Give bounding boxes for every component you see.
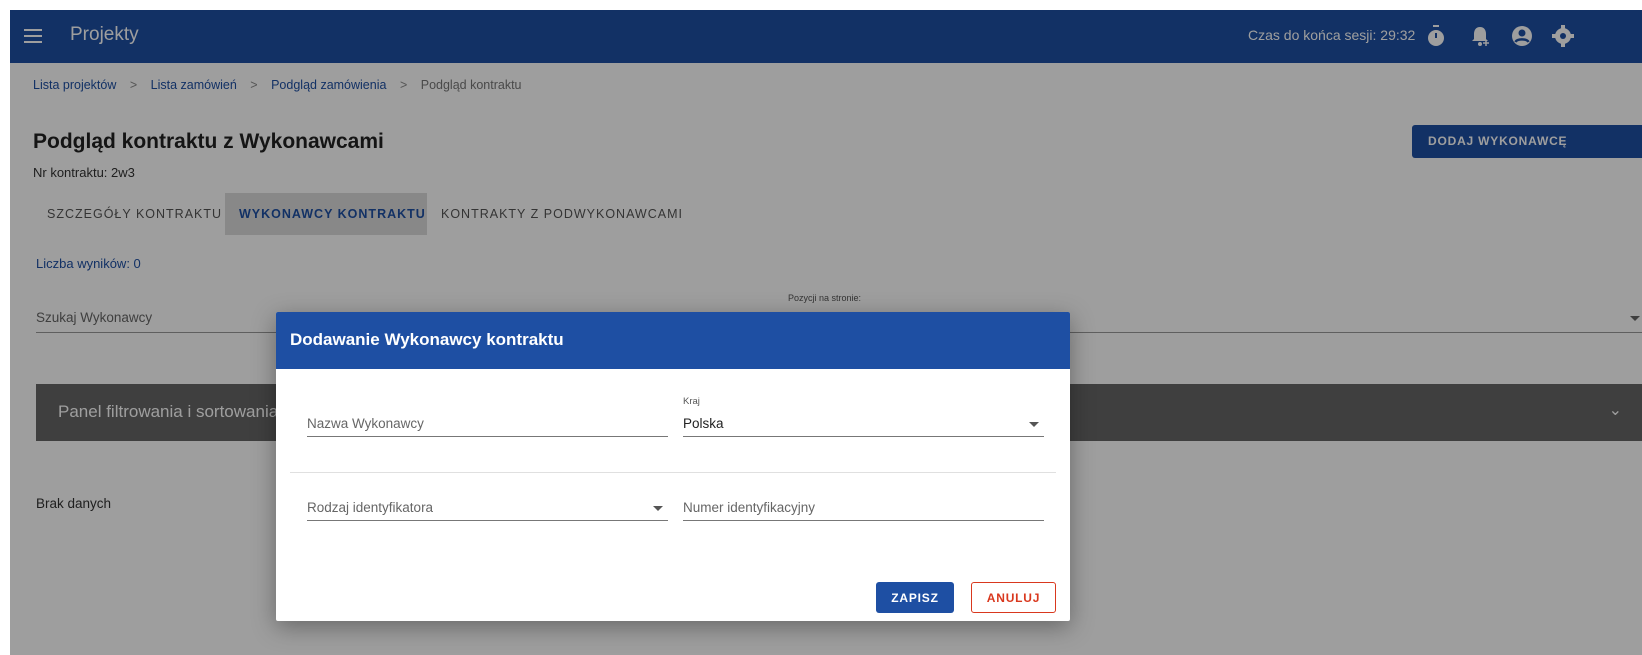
add-contractor-dialog: Dodawanie Wykonawcy kontraktu Nazwa Wyko… [276,312,1070,621]
window-frame-left [0,0,10,655]
save-button[interactable]: ZAPISZ [876,582,954,613]
contractor-name-placeholder: Nazwa Wykonawcy [307,416,424,431]
identification-number-field[interactable]: Numer identyfikacyjny [683,494,1044,521]
identifier-type-select[interactable]: Rodzaj identyfikatora [307,494,668,521]
cancel-button[interactable]: ANULUJ [971,582,1056,613]
country-value: Polska [683,416,724,431]
dropdown-arrow-icon [653,506,663,511]
dropdown-arrow-icon [1029,422,1039,427]
country-select[interactable]: Kraj Polska [683,396,1044,437]
identifier-type-placeholder: Rodzaj identyfikatora [307,500,434,515]
dialog-divider [290,472,1056,473]
contractor-name-field[interactable]: Nazwa Wykonawcy [307,410,668,437]
identification-number-placeholder: Numer identyfikacyjny [683,500,816,515]
window-frame-top [0,0,1642,10]
country-label: Kraj [683,396,700,407]
dialog-title: Dodawanie Wykonawcy kontraktu [276,312,1070,369]
